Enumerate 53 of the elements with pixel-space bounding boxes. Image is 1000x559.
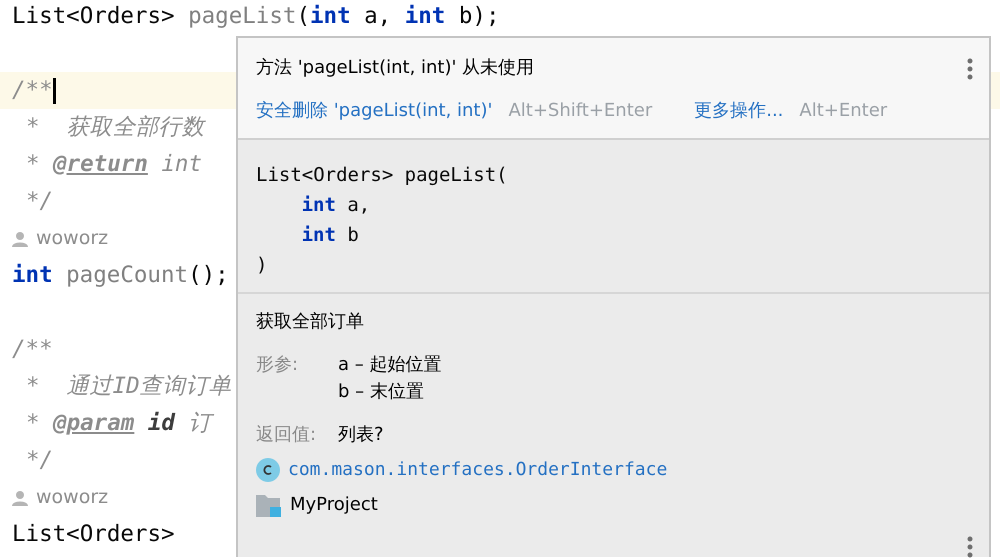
return-value: 列表? xyxy=(338,423,384,447)
code-text: a, xyxy=(347,194,370,216)
keyword: int xyxy=(302,194,336,216)
keyword: int xyxy=(310,2,351,31)
comment-text: */ xyxy=(26,446,54,475)
comment-text: 获取全部行数 xyxy=(66,112,205,142)
author-name: woworz xyxy=(36,226,108,252)
comment-text: /** xyxy=(12,334,53,364)
more-options-icon[interactable] xyxy=(967,536,973,558)
class-icon xyxy=(256,458,280,482)
code-text: (); xyxy=(188,260,229,290)
user-icon xyxy=(12,230,28,246)
comment-text: int xyxy=(161,150,202,179)
doc-param: id xyxy=(148,408,175,438)
author-name: woworz xyxy=(36,485,108,510)
code-text: List<Orders> xyxy=(12,520,175,549)
param-text: b – 末位置 xyxy=(338,380,425,404)
comment-text: */ xyxy=(26,186,54,216)
method-name: pageCount xyxy=(66,260,188,290)
method-name: pageList xyxy=(188,2,296,31)
keyword: int xyxy=(404,2,446,31)
more-options-icon[interactable] xyxy=(967,58,973,80)
comment-text: 通过ID查询订单 xyxy=(66,372,232,401)
comment-text: * xyxy=(26,408,40,438)
code-text: b xyxy=(347,224,359,246)
doc-tag: @param xyxy=(53,406,134,440)
code-text: b); xyxy=(458,2,500,31)
action-link[interactable]: 更多操作... xyxy=(694,97,784,124)
project-name: MyProject xyxy=(290,493,378,517)
code-text: ) xyxy=(256,254,268,276)
return-label: 返回值: xyxy=(256,423,318,447)
keyword: int xyxy=(302,224,336,246)
keyword: int xyxy=(12,260,53,290)
param-text: a – 起始位置 xyxy=(338,353,442,377)
comment-text: /** xyxy=(12,76,53,105)
warning-title: 方法 'pageList(int, int)' 从未使用 xyxy=(256,56,534,80)
code-text: ( xyxy=(296,2,310,31)
shortcut-hint: Alt+Shift+Enter xyxy=(508,99,652,123)
comment-text: * xyxy=(26,150,40,179)
comment-text: * xyxy=(26,372,40,401)
code-text: pageList( xyxy=(404,164,508,186)
doc-description: 获取全部订单 xyxy=(256,310,365,334)
folder-icon xyxy=(256,492,282,516)
action-link[interactable]: 安全删除 'pageList(int, int)' xyxy=(256,97,492,124)
user-icon xyxy=(12,490,28,506)
code-text: List<Orders> xyxy=(256,164,394,186)
doc-tag: @return xyxy=(53,148,148,182)
comment-text: * xyxy=(26,112,40,142)
code-text: a, xyxy=(364,2,392,31)
class-link[interactable]: com.mason.interfaces.OrderInterface xyxy=(288,456,668,483)
code-text: List<Orders> xyxy=(12,2,175,31)
shortcut-hint: Alt+Enter xyxy=(799,99,888,123)
params-label: 形参: xyxy=(256,353,300,377)
